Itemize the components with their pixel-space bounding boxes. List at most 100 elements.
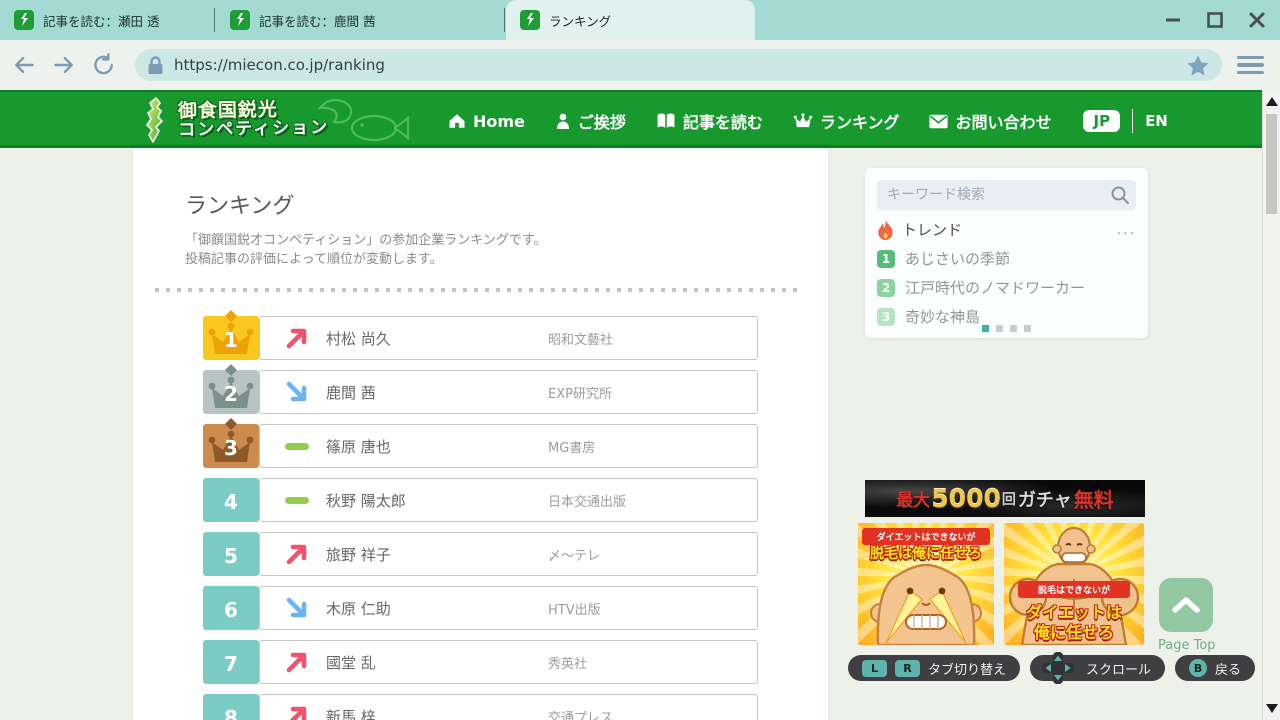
- trend-label: 江戸時代のノマドワーカー: [905, 277, 1085, 298]
- reload-button[interactable]: [92, 53, 116, 77]
- rank-badge: 8: [203, 694, 259, 720]
- site-logo[interactable]: 御食国鋭光 コンペティション: [140, 94, 329, 146]
- b-button-icon: B: [1189, 659, 1207, 677]
- carousel-dot[interactable]: [1010, 325, 1017, 332]
- tab-title: ランキング: [549, 11, 611, 30]
- lang-jp-button[interactable]: JP: [1083, 110, 1120, 132]
- site-navbar: 御食国鋭光 コンペティション Home ご挨拶 記事を読む ランキング: [0, 90, 1262, 148]
- trend-rank-badge: 1: [877, 250, 895, 268]
- scroll-up-arrow[interactable]: [1266, 97, 1278, 106]
- ad-hair-removal[interactable]: ダイエットはできないが 脱毛は俺に任せろ: [858, 523, 994, 645]
- trend-arrow-icon: [284, 703, 310, 720]
- site-favicon-icon: [520, 10, 540, 30]
- chevron-up-icon: [1171, 597, 1201, 613]
- ranking-entry[interactable]: 鹿間 茜 EXP研究所: [259, 370, 758, 414]
- carousel-dot[interactable]: [996, 325, 1003, 332]
- ranking-entry[interactable]: 旅野 祥子 〆～テレ: [259, 532, 758, 576]
- main-content-card: ランキング 「御饌国鋭才コンペティション」の参加企業ランキングです。 投稿記事の…: [133, 148, 828, 720]
- carousel-dot[interactable]: [1024, 325, 1031, 332]
- participant-company: 秀英社: [548, 653, 587, 672]
- lang-en-button[interactable]: EN: [1145, 112, 1168, 130]
- url-bar[interactable]: https://miecon.co.jp/ranking: [135, 49, 1222, 81]
- participant-company: 〆～テレ: [548, 545, 600, 564]
- rank-number: 5: [203, 532, 259, 576]
- ad-main-text-2: 俺に任せろ: [1004, 619, 1144, 643]
- maximize-button[interactable]: [1206, 11, 1224, 29]
- page-description: 「御饌国鋭才コンペティション」の参加企業ランキングです。 投稿記事の評価によって…: [185, 232, 547, 270]
- tab-separator: [214, 8, 215, 32]
- participant-name: 村松 尚久: [326, 328, 391, 349]
- trend-arrow-icon: [284, 541, 310, 567]
- back-button[interactable]: [12, 53, 36, 77]
- ranking-row[interactable]: 1 村松 尚久 昭和文藝社: [203, 316, 758, 360]
- trend-more-button[interactable]: ...: [1117, 222, 1136, 238]
- trend-widget: トレンド ... 1 あじさいの季節 2 江戸時代のノマドワーカー 3 奇妙な神…: [865, 168, 1148, 338]
- minimize-button[interactable]: [1164, 11, 1182, 29]
- flame-icon: [877, 220, 894, 240]
- ranking-entry[interactable]: 木原 仁助 HTV出版: [259, 586, 758, 630]
- browser-tab-1[interactable]: 記事を読む：瀬田 透: [0, 0, 215, 40]
- participant-name: 國堂 乱: [326, 652, 376, 673]
- trend-item[interactable]: 3 奇妙な神島: [877, 306, 1136, 327]
- ad-top-text: 脱毛はできないが: [1018, 581, 1130, 598]
- url-text: https://miecon.co.jp/ranking: [174, 56, 1186, 74]
- ranking-entry[interactable]: 國堂 乱 秀英社: [259, 640, 758, 684]
- tab-title: 記事を読む：瀬田 透: [43, 11, 159, 30]
- carousel-dot[interactable]: [982, 325, 989, 332]
- ad-diet[interactable]: 脱毛はできないが ダイエットは 俺に任せろ: [1004, 523, 1144, 645]
- rank-badge: 6: [203, 586, 259, 630]
- rank-badge: 7: [203, 640, 259, 684]
- bookmark-star-icon[interactable]: [1186, 54, 1210, 77]
- page-top-button[interactable]: Page Top: [1158, 578, 1214, 653]
- nav-item-greeting[interactable]: ご挨拶: [555, 109, 626, 133]
- trend-arrow-icon: [284, 325, 310, 351]
- participant-name: 旅野 祥子: [326, 544, 391, 565]
- nav-item-articles[interactable]: 記事を読む: [656, 109, 763, 133]
- ranking-row[interactable]: 3 篠原 唐也 MG書房: [203, 424, 758, 468]
- ranking-entry[interactable]: 村松 尚久 昭和文藝社: [259, 316, 758, 360]
- controller-hints: L R タブ切り替え スクロール B 戻る: [848, 655, 1255, 681]
- rank-badge: 4: [203, 478, 259, 522]
- forward-button[interactable]: [52, 53, 76, 77]
- browser-tab-3-active[interactable]: ランキング: [506, 0, 755, 40]
- browser-viewport: 御食国鋭光 コンペティション Home ご挨拶 記事を読む ランキング: [0, 90, 1262, 720]
- ranking-row[interactable]: 2 鹿間 茜 EXP研究所: [203, 370, 758, 414]
- scroll-down-arrow[interactable]: [1266, 704, 1278, 713]
- trend-title: トレンド: [902, 219, 962, 240]
- nav-item-ranking[interactable]: ランキング: [793, 109, 900, 133]
- rank-badge: 1: [203, 316, 259, 360]
- hint-back: B 戻る: [1175, 655, 1255, 681]
- titlebar: 記事を読む：瀬田 透 記事を読む：鹿間 茜 ランキング: [0, 0, 1280, 40]
- ranking-row[interactable]: 7 國堂 乱 秀英社: [203, 640, 758, 684]
- scrollbar-thumb[interactable]: [1266, 114, 1277, 214]
- trend-item[interactable]: 1 あじさいの季節: [877, 248, 1136, 269]
- ranking-entry[interactable]: 篠原 唐也 MG書房: [259, 424, 758, 468]
- rank-badge: 3: [203, 424, 259, 468]
- ranking-row[interactable]: 5 旅野 祥子 〆～テレ: [203, 532, 758, 576]
- trend-arrow-icon: [284, 649, 310, 675]
- search-icon[interactable]: [1110, 185, 1130, 205]
- home-icon: [448, 112, 466, 130]
- close-button[interactable]: [1248, 11, 1266, 29]
- menu-button[interactable]: [1237, 54, 1264, 76]
- browser-toolbar: https://miecon.co.jp/ranking: [0, 40, 1280, 90]
- ranking-entry[interactable]: 新馬 梓 交通プレス: [259, 694, 758, 720]
- r-button-icon: R: [895, 660, 920, 677]
- nav-item-home[interactable]: Home: [448, 112, 525, 131]
- logo-line2: コンペティション: [178, 120, 329, 140]
- ranking-row[interactable]: 6 木原 仁助 HTV出版: [203, 586, 758, 630]
- browser-tab-2[interactable]: 記事を読む：鹿間 茜: [216, 0, 505, 40]
- scrollbar[interactable]: [1262, 90, 1280, 720]
- rank-number: 1: [203, 316, 259, 360]
- ad-main-text: 脱毛は俺に任せろ: [858, 543, 994, 563]
- ranking-row[interactable]: 8 新馬 梓 交通プレス: [203, 694, 758, 720]
- gacha-ad-banner[interactable]: 最大5000回ガチャ無料: [865, 480, 1145, 517]
- ranking-entry[interactable]: 秋野 陽太郎 日本交通出版: [259, 478, 758, 522]
- participant-company: 昭和文藝社: [548, 329, 613, 348]
- nav-item-contact[interactable]: お問い合わせ: [929, 109, 1051, 133]
- trend-item[interactable]: 2 江戸時代のノマドワーカー: [877, 277, 1136, 298]
- search-input[interactable]: [877, 180, 1136, 210]
- ranking-row[interactable]: 4 秋野 陽太郎 日本交通出版: [203, 478, 758, 522]
- page-top-label: Page Top: [1158, 638, 1214, 653]
- tab-title: 記事を読む：鹿間 茜: [259, 11, 375, 30]
